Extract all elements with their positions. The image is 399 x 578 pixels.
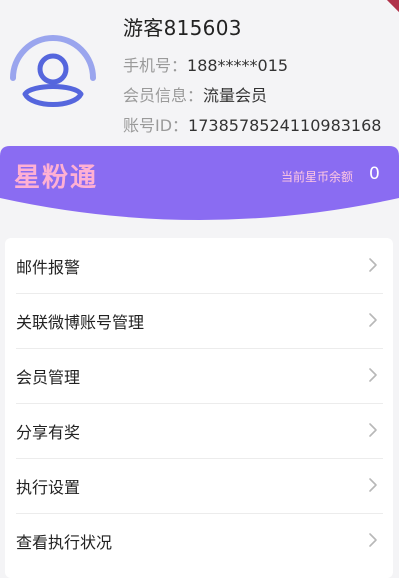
chevron-right-icon <box>367 312 379 328</box>
user-name: 游客815603 <box>123 16 242 40</box>
menu-item-label: 关联微博账号管理 <box>16 313 145 332</box>
brand-title: 星粉通 <box>14 163 99 193</box>
menu-item-label: 邮件报警 <box>16 258 81 277</box>
menu-item-label: 执行设置 <box>16 478 81 497</box>
menu-item-email-alert[interactable]: 邮件报警 <box>5 238 393 294</box>
member-value: 流量会员 <box>203 86 268 105</box>
menu-item-execution-settings[interactable]: 执行设置 <box>5 458 393 514</box>
menu-item-membership[interactable]: 会员管理 <box>5 348 393 404</box>
user-avatar-icon[interactable] <box>6 28 100 122</box>
phone-value: 188*****015 <box>187 56 289 75</box>
chevron-right-icon <box>367 257 379 273</box>
account-value: 1738578524110983168 <box>188 116 382 135</box>
menu-item-share-reward[interactable]: 分享有奖 <box>5 403 393 459</box>
menu-item-label: 会员管理 <box>16 368 81 387</box>
menu-item-execution-status[interactable]: 查看执行状况 <box>5 513 393 568</box>
chevron-right-icon <box>367 367 379 383</box>
menu-item-weibo-accounts[interactable]: 关联微博账号管理 <box>5 293 393 349</box>
account-label: 账号ID： <box>123 116 189 135</box>
balance-label: 当前星币余额 <box>281 170 354 184</box>
member-row: 会员信息：流量会员 <box>123 82 267 106</box>
phone-label: 手机号： <box>123 56 188 75</box>
menu-item-label: 分享有奖 <box>16 423 81 442</box>
chevron-right-icon <box>367 477 379 493</box>
menu-item-label: 查看执行状况 <box>16 533 113 552</box>
balance-value: 0 <box>369 164 380 184</box>
account-row: 账号ID：1738578524110983168 <box>123 112 381 136</box>
chevron-right-icon <box>367 532 379 548</box>
star-coin-banner[interactable]: 星粉通 当前星币余额 0 <box>0 146 399 222</box>
settings-menu: 邮件报警 关联微博账号管理 会员管理 分享有奖 执行设置 查看执行状况 <box>5 238 393 578</box>
member-label: 会员信息： <box>123 86 204 105</box>
phone-row: 手机号：188*****015 <box>123 52 288 76</box>
profile-header: 游客815603 手机号：188*****015 会员信息：流量会员 账号ID：… <box>0 0 399 150</box>
chevron-right-icon <box>367 422 379 438</box>
